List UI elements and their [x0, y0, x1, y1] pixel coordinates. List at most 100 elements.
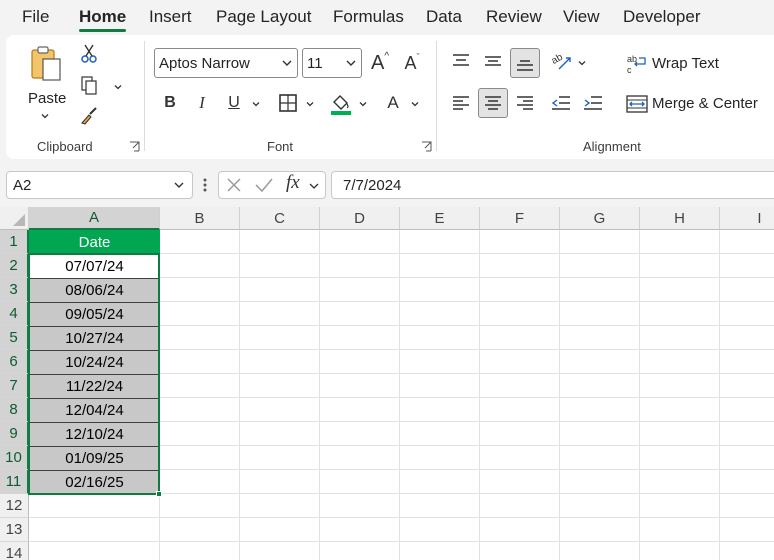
row-header-14[interactable]: 14 — [0, 542, 29, 560]
font-size-combo[interactable]: 11 — [302, 48, 362, 78]
tab-data[interactable]: Data — [426, 7, 462, 27]
cell-a1-header[interactable]: Date — [29, 230, 160, 254]
column-header-f[interactable]: F — [480, 207, 560, 230]
tab-formulas[interactable]: Formulas — [333, 7, 404, 27]
row-header-1[interactable]: 1 — [0, 230, 29, 254]
cell-a4[interactable]: 09/05/24 — [29, 302, 160, 326]
cell-a2[interactable]: 07/07/24 — [29, 254, 160, 278]
row-header-3[interactable]: 3 — [0, 278, 29, 302]
dialog-launcher-icon[interactable] — [129, 141, 140, 152]
align-top-button[interactable] — [449, 48, 473, 74]
row-header-6[interactable]: 6 — [0, 350, 29, 374]
cell-a10[interactable]: 01/09/25 — [29, 446, 160, 470]
row-header-4[interactable]: 4 — [0, 302, 29, 326]
insert-function-button[interactable]: fx — [286, 172, 300, 194]
chevron-down-icon[interactable] — [41, 112, 49, 120]
decrease-indent-button[interactable] — [549, 90, 573, 116]
row-header-13[interactable]: 13 — [0, 518, 29, 542]
row-header-11[interactable]: 11 — [0, 470, 29, 494]
row-header-7[interactable]: 7 — [0, 374, 29, 398]
align-center-button[interactable] — [478, 88, 508, 118]
text-orientation-icon: ab — [551, 52, 571, 70]
increase-font-size-button[interactable]: A ^ — [367, 50, 393, 76]
cell-a7[interactable]: 11/22/24 — [29, 374, 160, 398]
align-middle-button[interactable] — [481, 48, 505, 74]
tab-developer[interactable]: Developer — [623, 7, 701, 27]
cell-a5[interactable]: 10/27/24 — [29, 326, 160, 350]
cell-a8[interactable]: 12/04/24 — [29, 398, 160, 422]
column-header-i[interactable]: I — [720, 207, 774, 230]
select-all-button[interactable] — [0, 207, 29, 230]
tab-home[interactable]: Home — [79, 7, 126, 27]
cell-a3[interactable]: 08/06/24 — [29, 278, 160, 302]
cell-a11[interactable]: 02/16/25 — [29, 470, 160, 494]
indent-icon — [584, 96, 602, 110]
underline-button[interactable]: U — [222, 90, 246, 116]
font-color-button[interactable]: A — [381, 90, 405, 116]
enter-check-icon[interactable] — [254, 176, 274, 194]
column-header-e[interactable]: E — [400, 207, 480, 230]
align-bottom-icon — [517, 60, 533, 71]
chevron-down-icon[interactable] — [252, 100, 260, 108]
chevron-down-icon[interactable] — [359, 100, 367, 108]
row-header-2[interactable]: 2 — [0, 254, 29, 278]
wrap-text-icon-button[interactable]: ab c — [625, 52, 649, 76]
shrink-font-glyph: A — [404, 52, 417, 73]
row-header-12[interactable]: 12 — [0, 494, 29, 518]
cell-a6[interactable]: 10/24/24 — [29, 350, 160, 374]
row-header-9[interactable]: 9 — [0, 422, 29, 446]
row-header-5[interactable]: 5 — [0, 326, 29, 350]
more-options-icon[interactable] — [201, 176, 209, 194]
chevron-down-icon[interactable] — [172, 178, 186, 192]
italic-button[interactable]: I — [190, 90, 214, 116]
chevron-down-icon[interactable] — [411, 100, 419, 108]
chevron-down-icon[interactable] — [114, 83, 122, 91]
tab-view[interactable]: View — [563, 7, 600, 27]
font-name-combo[interactable]: Aptos Narrow — [154, 48, 298, 78]
wrap-text-button[interactable]: Wrap Text — [652, 55, 719, 72]
dialog-launcher-icon[interactable] — [421, 141, 432, 152]
tab-page-layout[interactable]: Page Layout — [216, 7, 311, 27]
decrease-font-size-button[interactable]: Aˇ — [399, 50, 425, 76]
fill-color-button[interactable] — [328, 90, 354, 118]
row-header-8[interactable]: 8 — [0, 398, 29, 422]
tab-file[interactable]: File — [22, 7, 49, 27]
chevron-down-icon[interactable] — [306, 100, 314, 108]
merge-center-button[interactable]: Merge & Center — [652, 95, 758, 112]
format-painter-button[interactable] — [78, 105, 100, 127]
increase-indent-button[interactable] — [581, 90, 605, 116]
chevron-down-icon[interactable] — [578, 59, 586, 67]
paste-button[interactable] — [28, 43, 64, 83]
active-tab-indicator — [79, 29, 126, 32]
borders-button[interactable] — [275, 90, 301, 116]
align-bottom-button[interactable] — [510, 48, 540, 78]
formula-input[interactable]: 7/7/2024 — [331, 171, 774, 199]
cut-button[interactable] — [78, 43, 100, 65]
ribbon: Paste Clipboard Aptos Narrow 11 A ^ Aˇ B… — [6, 35, 774, 159]
caret-down-icon: ˇ — [416, 52, 420, 62]
alignment-group-label: Alignment — [583, 139, 641, 154]
column-header-c[interactable]: C — [240, 207, 320, 230]
chevron-down-icon[interactable] — [308, 180, 320, 192]
column-header-d[interactable]: D — [320, 207, 400, 230]
align-right-button[interactable] — [513, 90, 537, 116]
column-header-g[interactable]: G — [560, 207, 640, 230]
row-header-10[interactable]: 10 — [0, 446, 29, 470]
column-header-a[interactable]: A — [29, 207, 160, 230]
orientation-button[interactable]: ab — [549, 48, 575, 74]
cancel-icon[interactable] — [225, 176, 243, 194]
wrap-text-icon: ab c — [627, 54, 646, 75]
align-left-button[interactable] — [449, 90, 473, 116]
copy-button[interactable] — [78, 75, 100, 97]
tab-review[interactable]: Review — [486, 7, 542, 27]
bold-button[interactable]: B — [158, 90, 182, 116]
column-header-h[interactable]: H — [640, 207, 720, 230]
fill-handle[interactable] — [156, 491, 162, 497]
merge-center-icon-button[interactable] — [625, 92, 649, 116]
column-header-b[interactable]: B — [160, 207, 240, 230]
copy-icon — [81, 76, 97, 95]
name-box[interactable]: A2 — [6, 171, 193, 199]
tab-insert[interactable]: Insert — [149, 7, 192, 27]
cell-a9[interactable]: 12/10/24 — [29, 422, 160, 446]
worksheet-grid[interactable]: ABCDEFGHI 1 2 3 4 5 6 7 8 9 10 11 12 13 14 Date 07/07/… — [0, 207, 774, 560]
